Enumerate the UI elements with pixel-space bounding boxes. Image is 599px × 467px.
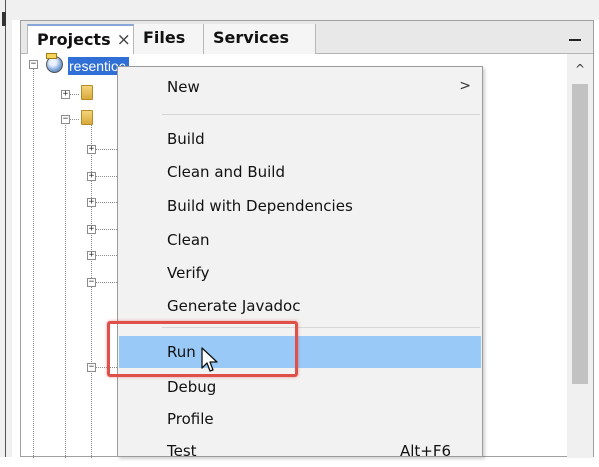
menu-item-label: Test (167, 442, 197, 460)
context-menu: New > Build Clean and Build Build with D… (117, 66, 483, 460)
menu-item-verify[interactable]: Verify (119, 257, 481, 289)
menu-item-profile[interactable]: Profile (119, 403, 481, 435)
folder-icon (81, 110, 93, 125)
expand-icon[interactable]: + (87, 145, 96, 154)
menu-item-new[interactable]: New > (119, 71, 481, 103)
menu-item-label: Build with Dependencies (167, 197, 353, 215)
menu-item-generate-javadoc[interactable]: Generate Javadoc (119, 290, 481, 322)
tree-guide-line (33, 69, 34, 458)
tree-scrollbar[interactable]: ^ (567, 54, 593, 458)
collapse-icon[interactable]: − (61, 115, 70, 124)
menu-item-clean-and-build[interactable]: Clean and Build (119, 156, 481, 188)
expand-icon[interactable]: + (87, 172, 96, 181)
left-window-edge (0, 0, 12, 457)
expand-icon[interactable]: + (87, 198, 96, 207)
menu-separator (162, 114, 480, 115)
mouse-cursor-icon (201, 347, 218, 372)
window-top-strip (0, 0, 599, 20)
tab-projects[interactable]: Projects × (27, 24, 134, 54)
submenu-arrow-icon: > (459, 78, 471, 94)
expand-icon[interactable]: + (61, 90, 70, 99)
expand-icon[interactable]: + (87, 251, 96, 260)
menu-item-label: Clean (167, 231, 210, 249)
expand-icon[interactable]: + (87, 225, 96, 234)
scroll-up-icon[interactable]: ^ (567, 54, 593, 80)
minimize-icon[interactable] (569, 39, 581, 41)
tab-services[interactable]: Services (204, 24, 316, 54)
panel-tab-bar: Projects × Files Services (21, 21, 593, 54)
menu-item-build[interactable]: Build (119, 123, 481, 155)
menu-item-clean[interactable]: Clean (119, 224, 481, 256)
menu-item-test[interactable]: Test Alt+F6 (119, 435, 481, 467)
tab-services-label: Services (213, 28, 290, 47)
menu-item-label: Build (167, 130, 205, 148)
tab-close-icon[interactable]: × (117, 30, 131, 50)
menu-item-label: New (167, 78, 200, 96)
menu-item-label: Profile (167, 410, 214, 428)
left-edge-tick (2, 12, 6, 26)
menu-item-build-with-dependencies[interactable]: Build with Dependencies (119, 190, 481, 222)
collapse-icon[interactable]: − (87, 363, 96, 372)
tab-files[interactable]: Files (134, 24, 204, 54)
collapse-icon[interactable]: − (87, 278, 96, 287)
menu-accelerator: Alt+F6 (399, 442, 451, 460)
left-edge-line (5, 0, 6, 457)
tab-files-label: Files (143, 28, 186, 47)
collapse-icon[interactable]: − (29, 60, 38, 69)
folder-icon (81, 85, 93, 100)
project-globe-icon (46, 53, 63, 73)
scroll-thumb[interactable] (572, 84, 588, 384)
menu-item-label: Generate Javadoc (167, 297, 301, 315)
tree-guide-line (65, 117, 66, 458)
menu-item-label: Verify (167, 264, 210, 282)
menu-item-label: Debug (167, 378, 217, 396)
tab-projects-label: Projects (37, 30, 111, 49)
menu-item-label: Clean and Build (167, 163, 285, 181)
